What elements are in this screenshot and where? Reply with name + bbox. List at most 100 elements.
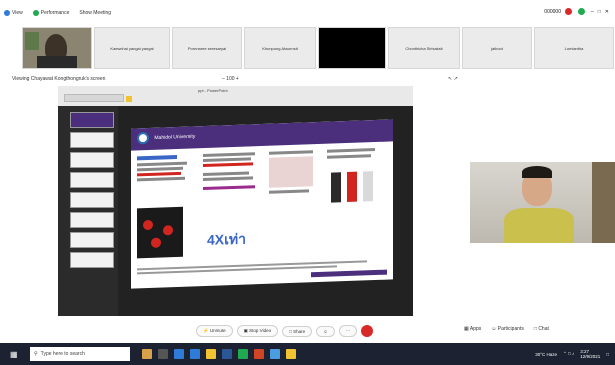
taskbar-app-folder[interactable] — [206, 349, 216, 359]
chat-icon: □ — [533, 326, 537, 332]
participant-tile-3[interactable]: Khunpong Aksornsit — [244, 27, 316, 69]
participant-name-7: Lomiantha — [564, 45, 584, 51]
participant-video-self[interactable] — [22, 27, 92, 69]
ppt-file-name: ppt - PowerPoint — [198, 88, 228, 93]
view-label: View — [12, 10, 23, 16]
security-icon[interactable] — [577, 8, 585, 15]
viewing-title: Viewing Chayawat Kongthongruk's screen — [12, 75, 106, 82]
performance-label: Performance — [40, 10, 70, 16]
close-icon[interactable]: ✕ — [605, 9, 609, 15]
tray-icons[interactable]: ⌃ □ ♪ — [563, 351, 574, 357]
mic-muted-icon: ⚡ — [203, 328, 209, 333]
participant-tile-5[interactable]: Chonthicha Sirisaksit — [388, 27, 460, 69]
ppe-illustration — [327, 167, 377, 209]
status-text: 000000 — [544, 8, 561, 15]
slide-thumb-2[interactable] — [70, 132, 114, 148]
unmute-label: Unmute — [209, 328, 226, 333]
window-controls: 000000 – □ ✕ — [544, 8, 609, 15]
share-label: Share — [293, 328, 306, 334]
participant-tile-6[interactable]: jaiboot — [462, 27, 532, 69]
university-logo — [137, 131, 149, 145]
search-icon: ⚲ — [34, 351, 38, 357]
minimize-icon[interactable]: – — [591, 9, 594, 15]
taskbar-app-powerpoint[interactable] — [254, 349, 264, 359]
screen-share-bar: Viewing Chayawat Kongthongruk's screen –… — [0, 73, 615, 84]
taskbar-app-chrome[interactable] — [286, 349, 296, 359]
slide-thumb-7[interactable] — [70, 232, 114, 248]
left-rail — [0, 84, 13, 324]
highlight-icon[interactable] — [126, 96, 132, 102]
slide-highlight-text: 4Xเท่า — [207, 230, 246, 248]
taskbar-app-taskview[interactable] — [158, 349, 168, 359]
video-icon: ▣ — [243, 328, 248, 333]
slide-thumb-5[interactable] — [70, 192, 114, 208]
presenter-video[interactable] — [470, 162, 615, 243]
participant-tile-7[interactable]: Lomiantha — [534, 27, 614, 69]
clock-date: 12/9/2021 — [580, 354, 601, 359]
background-plant — [25, 32, 39, 50]
ppt-toolbar[interactable] — [64, 94, 124, 102]
participants-label: Participants — [497, 326, 524, 332]
apps-button[interactable]: ▦ Apps — [464, 326, 481, 336]
slide-thumb-4[interactable] — [70, 172, 114, 188]
participant-shoulders — [37, 56, 77, 68]
reactions-icon: ☺ — [323, 328, 328, 334]
participant-tile-2[interactable]: Pornnaree seresaryai — [172, 27, 242, 69]
chat-button[interactable]: □ Chat — [534, 326, 549, 336]
slide-header-title: Mahidol University — [154, 133, 196, 142]
apps-icon: ▦ — [464, 326, 469, 332]
record-icon[interactable] — [564, 8, 572, 15]
unmute-button[interactable]: ⚡ Unmute — [196, 325, 233, 337]
restore-icon[interactable]: □ — [598, 9, 601, 15]
participants-icon: ☺ — [491, 326, 497, 332]
view-icon — [4, 10, 10, 16]
lung-scan-image — [137, 206, 183, 259]
notification-icon[interactable]: □ — [606, 352, 609, 357]
slide-thumb-1[interactable] — [70, 112, 114, 128]
participant-thumbnails: Kaewchai yangai yangai Pornnaree seresar… — [22, 27, 614, 69]
slide-column-4 — [327, 148, 387, 260]
show-meeting-menu[interactable]: Show Meeting — [79, 10, 111, 16]
clock[interactable]: 3:27 12/9/2021 — [580, 349, 600, 359]
taskbar-app-excel[interactable] — [238, 349, 248, 359]
zoom-value: 100 — [226, 75, 235, 82]
taskbar-app-edge[interactable] — [174, 349, 184, 359]
stop-video-button[interactable]: ▣ Stop Video — [236, 325, 279, 337]
slide-footer-text: ... — [137, 262, 140, 267]
slide-thumb-6[interactable] — [70, 212, 114, 228]
reactions-button[interactable]: ☺ — [316, 325, 335, 337]
share-icon: □ — [289, 328, 292, 334]
stop-video-label: Stop Video — [249, 328, 272, 333]
background-cabinet — [592, 162, 615, 243]
presenter-shirt — [504, 208, 574, 243]
participant-tile-4[interactable] — [318, 27, 386, 69]
slide-thumb-3[interactable] — [70, 152, 114, 168]
taskbar-app-word[interactable] — [222, 349, 232, 359]
chat-label: Chat — [538, 326, 549, 332]
more-button[interactable]: ⋯ — [338, 325, 358, 337]
apps-label: Apps — [469, 326, 482, 332]
participants-button[interactable]: ☺ Participants — [491, 326, 524, 336]
taskbar-app-image[interactable] — [142, 349, 152, 359]
view-menu[interactable]: View — [4, 10, 23, 16]
performance-menu[interactable]: Performance — [32, 10, 70, 16]
meeting-top-bar: View Performance Show Meeting 000000 – □… — [0, 0, 615, 26]
current-slide: Mahidol University 4Xเท่า ... — [131, 119, 393, 289]
slide-header: Mahidol University — [131, 119, 393, 151]
taskbar-search[interactable]: ⚲ Type here to search — [30, 347, 130, 361]
share-button[interactable]: □ Share — [282, 325, 313, 337]
end-call-button[interactable] — [361, 325, 374, 337]
participant-name-6: jaiboot — [491, 45, 503, 51]
view-options-icons[interactable]: ↖ ↗ — [448, 76, 458, 82]
slide-thumb-8[interactable] — [70, 252, 114, 268]
taskbar-app-teams[interactable] — [270, 349, 280, 359]
presenter-hair — [522, 166, 552, 178]
show-meeting-label: Show Meeting — [79, 10, 112, 16]
windows-start-icon[interactable]: ▦ — [10, 350, 18, 359]
zoom-control[interactable]: – 100 + — [222, 76, 239, 82]
slide-thumbnail-panel — [58, 106, 118, 316]
more-icon: ⋯ — [345, 328, 351, 333]
performance-icon — [32, 10, 39, 16]
participant-tile-1[interactable]: Kaewchai yangai yangai — [94, 27, 170, 69]
taskbar-app-zoom[interactable] — [190, 349, 200, 359]
